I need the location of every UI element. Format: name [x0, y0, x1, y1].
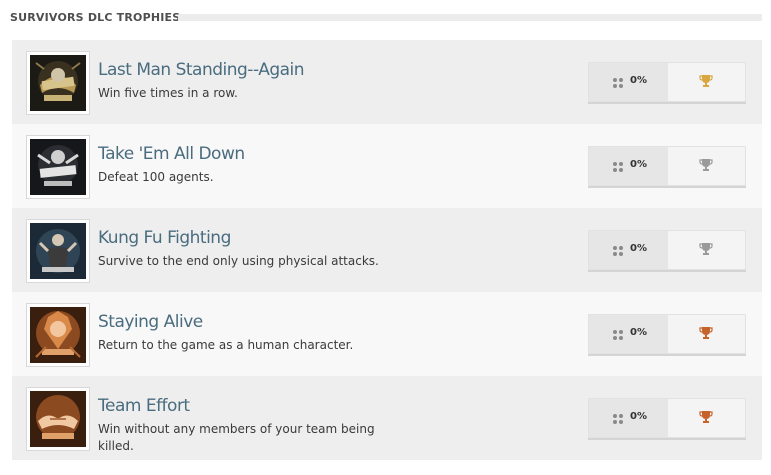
- bronze-trophy-icon: [699, 411, 713, 423]
- trophy-stats: 0%: [588, 314, 746, 354]
- trophy-list: Last Man Standing--Again Win five times …: [12, 40, 762, 460]
- trophy-name[interactable]: Staying Alive: [98, 312, 203, 332]
- trophy-description: Survive to the end only using physical a…: [98, 254, 379, 268]
- rarity-percent: 0%: [630, 411, 647, 422]
- trophy-description: Return to the game as a human character.: [98, 338, 354, 352]
- bronze-trophy-icon: [699, 327, 713, 339]
- trophy-row[interactable]: Team Effort Win without any members of y…: [12, 376, 762, 460]
- trophy-stats: 0%: [588, 146, 746, 186]
- rarity-dots-icon: [613, 330, 623, 340]
- silver-trophy-icon: [699, 243, 713, 255]
- trophy-art-icon: [30, 139, 86, 195]
- trophy-description: Win without any members of your team bei…: [98, 422, 375, 453]
- rarity-percent: 0%: [630, 75, 647, 86]
- rarity-percent: 0%: [630, 159, 647, 170]
- rarity-dots-icon: [613, 414, 623, 424]
- rarity-dots-icon: [613, 78, 623, 88]
- trophy-description: Defeat 100 agents.: [98, 170, 214, 184]
- section-title: SURVIVORS DLC TROPHIES: [10, 11, 181, 24]
- rarity-percent: 0%: [630, 243, 647, 254]
- trophy-name[interactable]: Team Effort: [98, 396, 190, 416]
- rarity-stat: 0%: [589, 231, 668, 269]
- trophy-row[interactable]: Take 'Em All Down Defeat 100 agents. 0%: [12, 124, 762, 208]
- trophy-row[interactable]: Staying Alive Return to the game as a hu…: [12, 292, 762, 376]
- trophy-art-icon: [30, 307, 86, 363]
- trophy-art-icon: [30, 55, 86, 111]
- rarity-stat: 0%: [589, 63, 668, 101]
- trophy-image[interactable]: [26, 135, 90, 199]
- trophy-art-icon: [30, 391, 86, 447]
- trophy-name[interactable]: Take 'Em All Down: [98, 144, 245, 164]
- rarity-stat: 0%: [589, 399, 668, 437]
- section-header: SURVIVORS DLC TROPHIES: [10, 9, 762, 29]
- rarity-dots-icon: [613, 246, 623, 256]
- gold-trophy-icon: [699, 75, 713, 87]
- trophy-image[interactable]: [26, 387, 90, 451]
- trophy-row[interactable]: Kung Fu Fighting Survive to the end only…: [12, 208, 762, 292]
- trophy-description: Win five times in a row.: [98, 86, 238, 100]
- trophy-image[interactable]: [26, 303, 90, 367]
- rarity-stat: 0%: [589, 147, 668, 185]
- trophy-art-icon: [30, 223, 86, 279]
- trophy-image[interactable]: [26, 51, 90, 115]
- rarity-stat: 0%: [589, 315, 668, 353]
- rarity-dots-icon: [613, 162, 623, 172]
- section-divider: [178, 14, 762, 21]
- trophy-stats: 0%: [588, 398, 746, 438]
- trophy-stats: 0%: [588, 62, 746, 102]
- silver-trophy-icon: [699, 159, 713, 171]
- trophy-name[interactable]: Kung Fu Fighting: [98, 228, 231, 248]
- trophy-row[interactable]: Last Man Standing--Again Win five times …: [12, 40, 762, 124]
- trophy-image[interactable]: [26, 219, 90, 283]
- rarity-percent: 0%: [630, 327, 647, 338]
- trophy-stats: 0%: [588, 230, 746, 270]
- trophy-name[interactable]: Last Man Standing--Again: [98, 60, 305, 80]
